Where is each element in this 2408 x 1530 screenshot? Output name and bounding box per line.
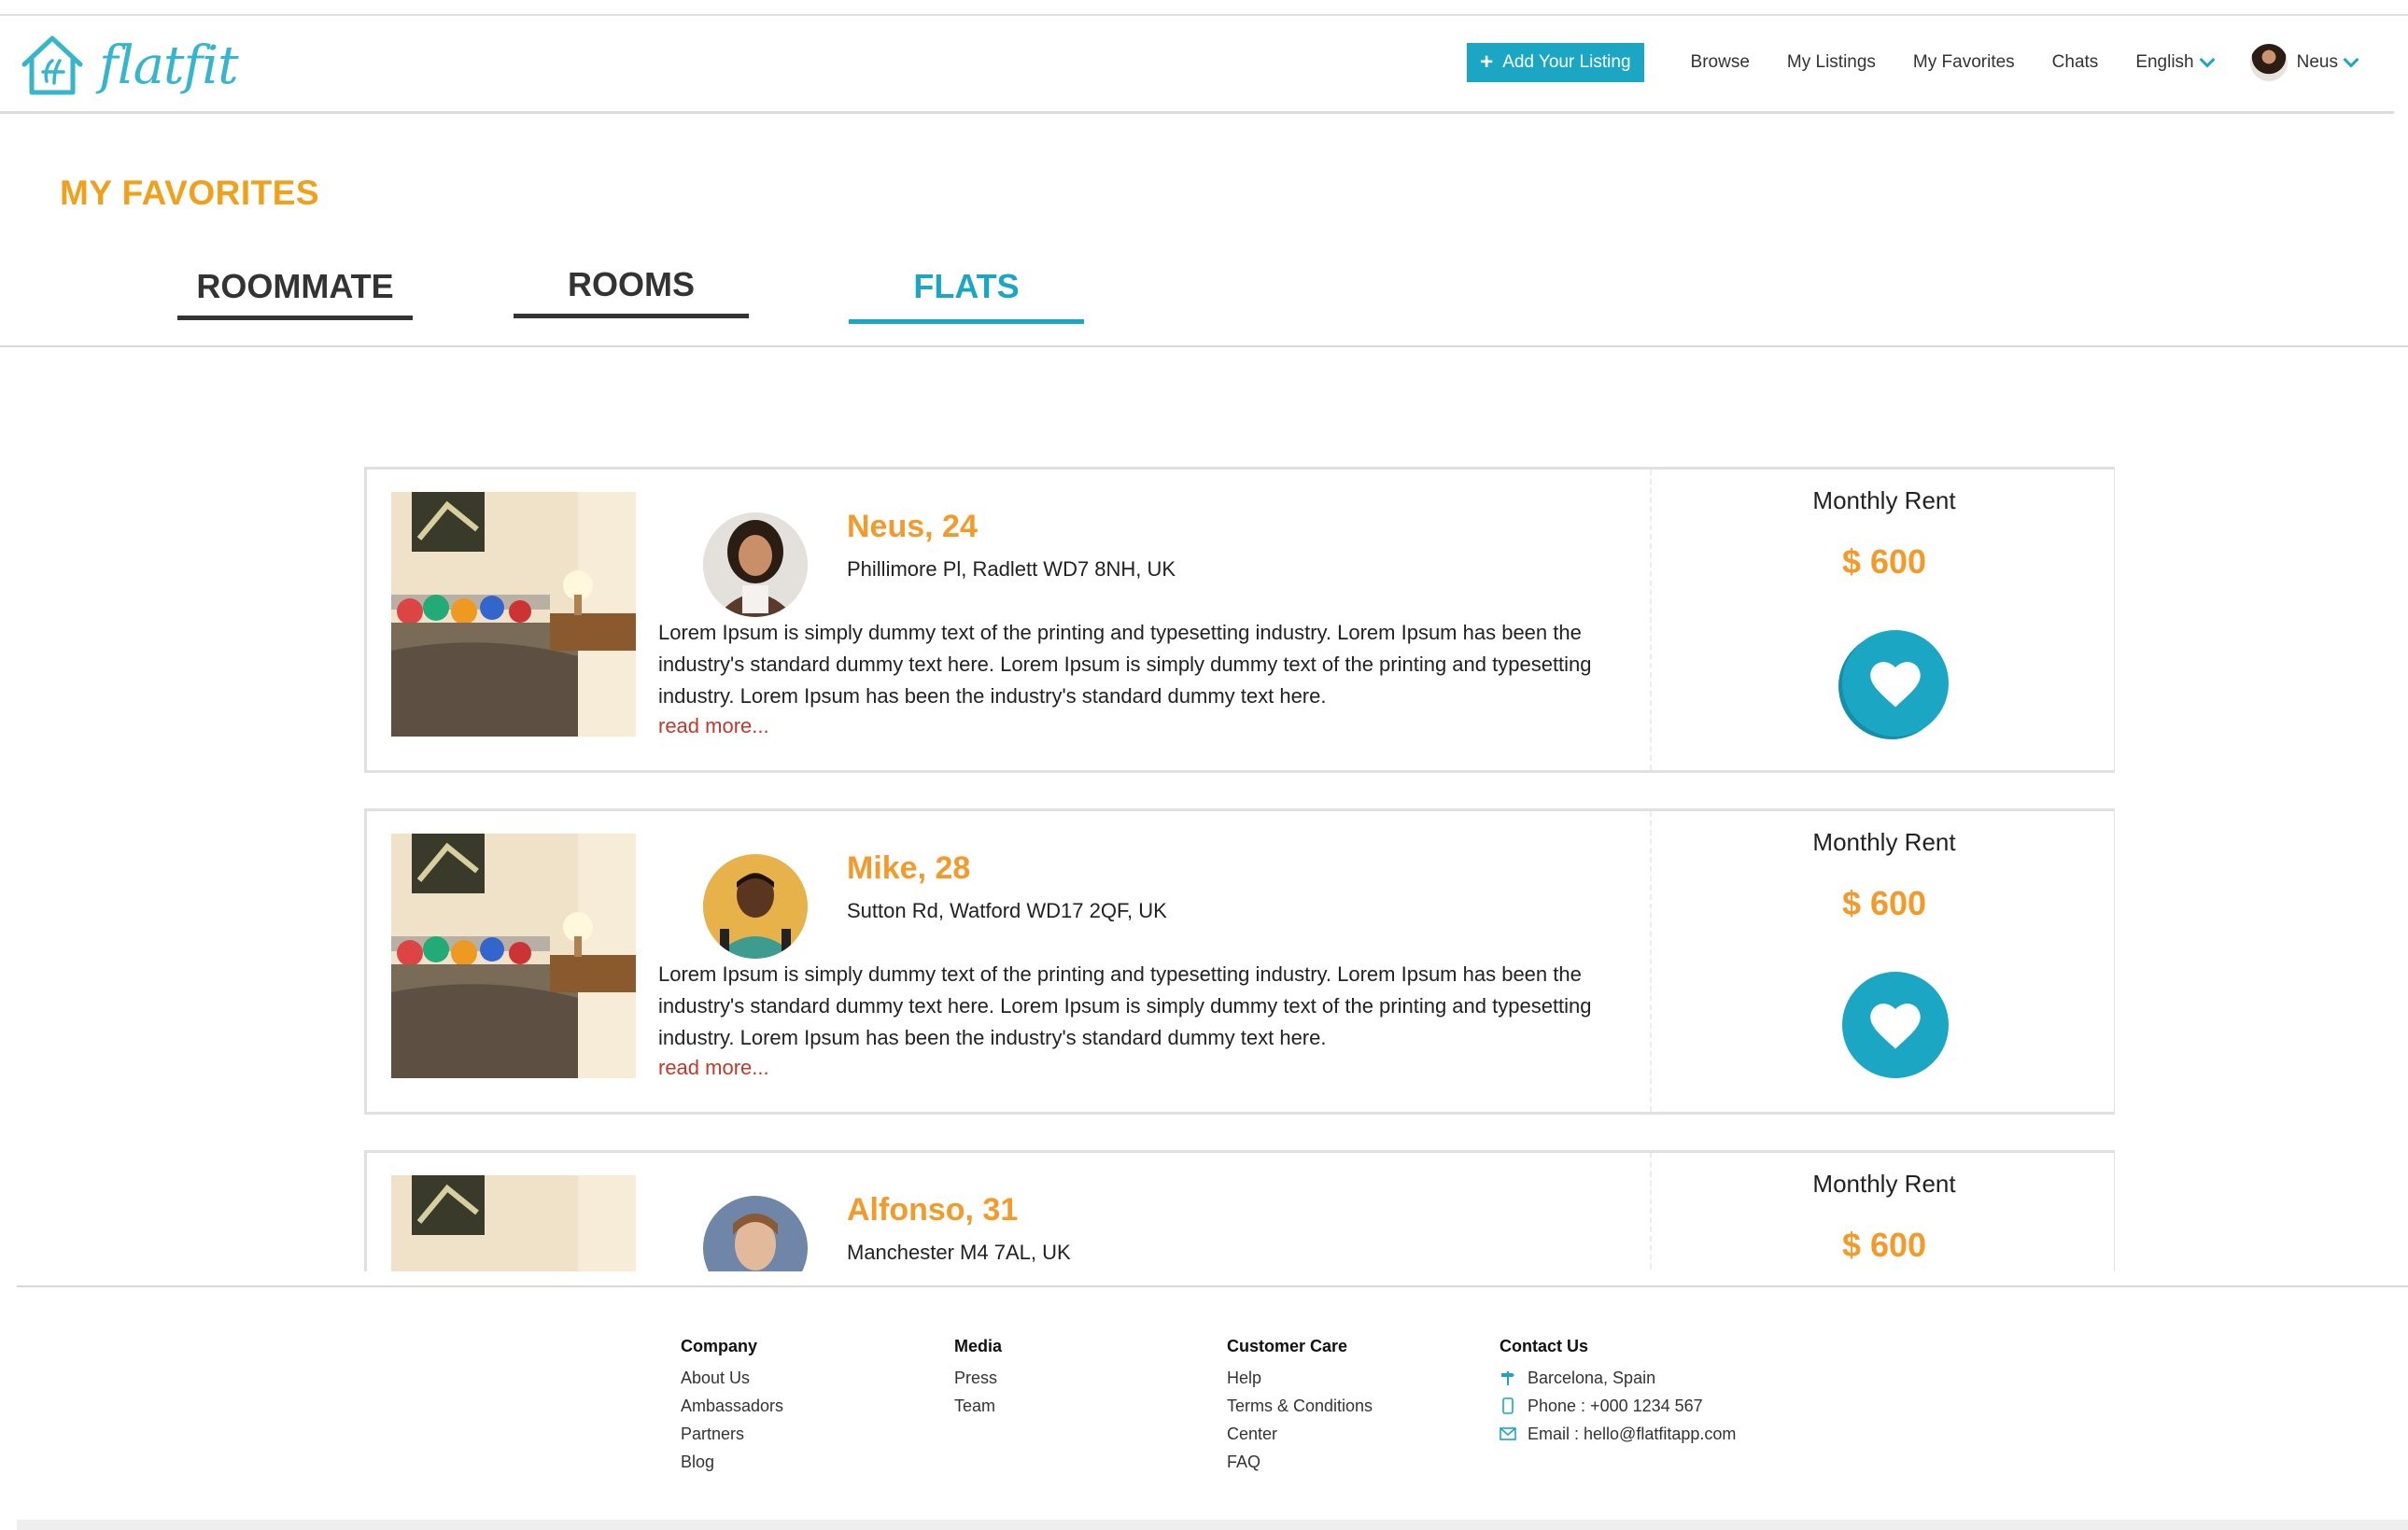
card-divider — [1650, 470, 1652, 770]
owner-photo — [703, 512, 808, 617]
card-divider — [1650, 1153, 1652, 1271]
flat-photo[interactable] — [391, 834, 636, 1078]
owner-avatar[interactable] — [703, 512, 808, 617]
footer-link-blog[interactable]: Blog — [681, 1448, 783, 1476]
rent-label: Monthly Rent — [1812, 486, 1956, 514]
footer-heading-care: Customer Care — [1227, 1337, 1348, 1355]
listing-address: Manchester M4 7AL, UK — [847, 1241, 1071, 1264]
flat-photo[interactable] — [391, 492, 636, 737]
user-menu[interactable]: Neus — [2249, 44, 2359, 81]
footer-link-help[interactable]: Help — [1227, 1364, 1373, 1392]
logo-wordmark: flatfit — [99, 35, 239, 96]
footer-contact: Contact Us Barcelona, Spain Phone : +000… — [1500, 1337, 1736, 1448]
rent-value: $ 600 — [1841, 884, 1927, 922]
footer-link-ambassadors[interactable]: Ambassadors — [681, 1392, 783, 1420]
listing-card[interactable]: Neus, 24 Phillimore Pl, Radlett WD7 8NH,… — [364, 467, 2115, 773]
house-logo-icon — [21, 35, 83, 95]
bottom-bar — [17, 1520, 2408, 1530]
footer-heading-contact: Contact Us — [1500, 1337, 1589, 1355]
contact-phone-text: Phone : +000 1234 567 — [1528, 1397, 1703, 1415]
envelope-icon — [1500, 1425, 1516, 1442]
footer-heading-media: Media — [954, 1337, 1003, 1355]
footer-link-team[interactable]: Team — [954, 1392, 1002, 1420]
footer-link-center[interactable]: Center — [1227, 1420, 1373, 1448]
contact-location-text: Barcelona, Spain — [1528, 1369, 1656, 1387]
owner-name: Neus, 24 — [847, 509, 978, 544]
signpost-icon — [1500, 1369, 1516, 1386]
listing-description: Lorem Ipsum is simply dummy text of the … — [658, 962, 1592, 1049]
owner-name: Mike, 28 — [847, 850, 971, 886]
plus-icon: + — [1480, 49, 1494, 75]
owner-avatar[interactable] — [703, 854, 808, 959]
favorite-button[interactable] — [1842, 630, 1949, 737]
footer-link-press[interactable]: Press — [954, 1364, 1002, 1392]
nav-browse[interactable]: Browse — [1691, 52, 1750, 73]
rent-value: $ 600 — [1841, 542, 1927, 581]
tab-rooms[interactable]: ROOMS — [514, 265, 749, 318]
add-listing-label: Add Your Listing — [1502, 52, 1631, 72]
owner-photo — [703, 854, 808, 959]
top-navbar: flatfit + Add Your Listing Browse My Lis… — [0, 16, 2394, 114]
footer-heading-company: Company — [681, 1337, 758, 1355]
language-label: English — [2135, 52, 2194, 72]
user-avatar — [2249, 44, 2288, 81]
footer-customer-care: Customer Care Help Terms & Conditions Ce… — [1227, 1337, 1373, 1476]
rent-label: Monthly Rent — [1812, 1170, 1956, 1198]
listing-address: Phillimore Pl, Radlett WD7 8NH, UK — [847, 557, 1176, 581]
favorites-list[interactable]: Neus, 24 Phillimore Pl, Radlett WD7 8NH,… — [364, 467, 2115, 1271]
bedroom-photo — [391, 492, 636, 737]
read-more-link[interactable]: read more... — [658, 1056, 769, 1080]
chevron-down-icon — [2199, 51, 2216, 68]
footer-company: Company About Us Ambassadors Partners Bl… — [681, 1337, 783, 1476]
footer-link-partners[interactable]: Partners — [681, 1420, 783, 1448]
footer-divider — [17, 1285, 2408, 1287]
user-name: Neus — [2296, 52, 2338, 72]
nav-my-listings[interactable]: My Listings — [1787, 52, 1876, 73]
page-title: MY FAVORITES — [60, 174, 320, 212]
flat-photo[interactable] — [391, 1175, 636, 1271]
tab-roommate[interactable]: ROOMMATE — [177, 267, 413, 320]
heart-icon — [1870, 662, 1921, 708]
favorite-button[interactable] — [1842, 972, 1949, 1078]
rent-label: Monthly Rent — [1812, 828, 1956, 856]
listing-card[interactable]: Alfonso, 31 Manchester M4 7AL, UK Monthl… — [364, 1150, 2115, 1271]
owner-name: Alfonso, 31 — [847, 1192, 1019, 1228]
logo[interactable]: flatfit — [19, 33, 239, 98]
owner-photo — [703, 1196, 808, 1271]
footer-link-terms[interactable]: Terms & Conditions — [1227, 1392, 1373, 1420]
listing-address: Sutton Rd, Watford WD17 2QF, UK — [847, 899, 1167, 922]
language-select[interactable]: English — [2135, 51, 2216, 73]
footer: Company About Us Ambassadors Partners Bl… — [0, 1288, 2408, 1522]
contact-email-text: Email : hello@flatfitapp.com — [1528, 1425, 1737, 1443]
nav-my-favorites[interactable]: My Favorites — [1913, 52, 2015, 73]
contact-email[interactable]: Email : hello@flatfitapp.com — [1500, 1420, 1736, 1448]
nav-chats[interactable]: Chats — [2052, 52, 2099, 73]
chevron-down-icon — [2343, 51, 2359, 68]
main-nav: + Add Your Listing Browse My Listings My… — [1467, 42, 2359, 83]
read-more-link[interactable]: read more... — [658, 714, 769, 738]
add-listing-button[interactable]: + Add Your Listing — [1467, 43, 1644, 82]
tab-flats[interactable]: FLATS — [849, 267, 1084, 324]
bedroom-photo — [391, 834, 636, 1078]
phone-icon — [1500, 1397, 1516, 1414]
owner-avatar[interactable] — [703, 1196, 808, 1271]
rent-value: $ 600 — [1841, 1226, 1927, 1264]
contact-phone: Phone : +000 1234 567 — [1500, 1392, 1736, 1420]
contact-location: Barcelona, Spain — [1500, 1364, 1736, 1392]
listing-card[interactable]: Mike, 28 Sutton Rd, Watford WD17 2QF, UK… — [364, 808, 2115, 1115]
footer-media: Media Press Team — [954, 1337, 1002, 1420]
bedroom-photo — [391, 1175, 636, 1271]
card-divider — [1650, 811, 1652, 1112]
favorites-tabs: ROOMMATE ROOMS FLATS — [0, 254, 2408, 347]
footer-link-faq[interactable]: FAQ — [1227, 1448, 1373, 1476]
footer-link-about[interactable]: About Us — [681, 1364, 783, 1392]
heart-icon — [1870, 1004, 1921, 1049]
listing-description: Lorem Ipsum is simply dummy text of the … — [658, 621, 1592, 708]
